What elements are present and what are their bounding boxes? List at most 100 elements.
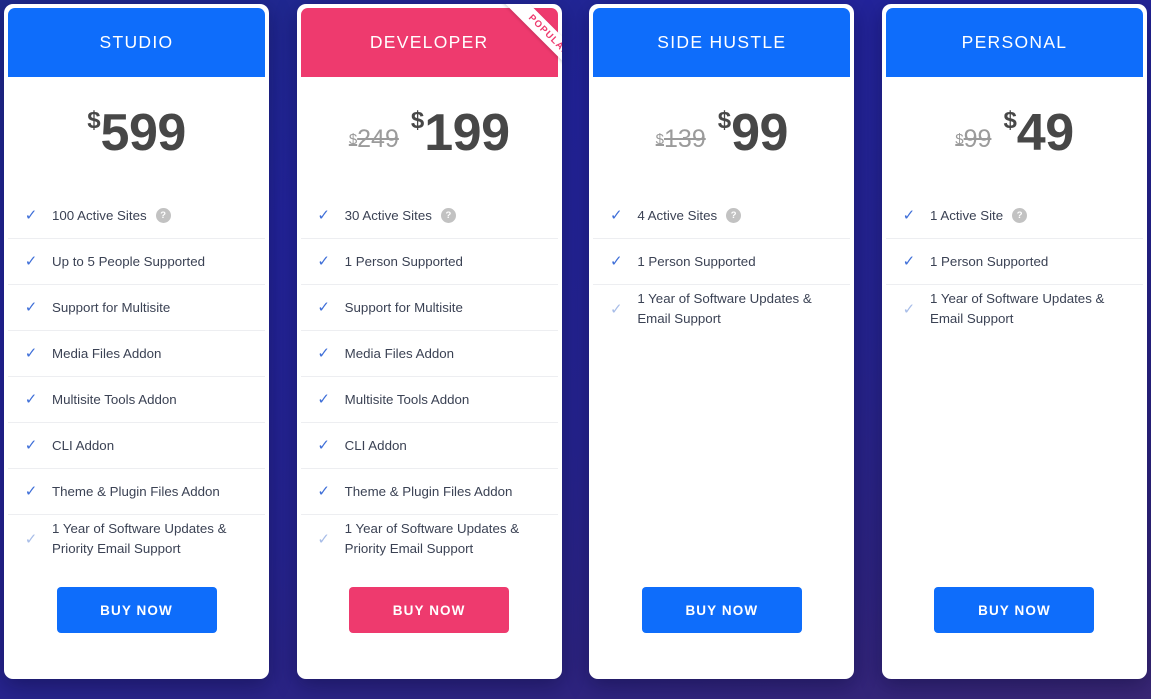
feature-item: ✓ Theme & Plugin Files Addon [300, 469, 558, 515]
feature-item: ✓ 1 Person Supported [885, 239, 1143, 285]
check-icon: ✓ [24, 299, 38, 316]
buy-now-button[interactable]: BUY NOW [56, 587, 217, 633]
price-currency: $ [717, 107, 732, 134]
help-icon[interactable]: ? [726, 208, 742, 223]
old-price-amount: 249 [357, 124, 399, 153]
feature-label: 1 Active Site [929, 207, 1004, 223]
buy-now-button[interactable]: BUY NOW [641, 587, 802, 633]
card-header: SIDE HUSTLE [593, 8, 851, 77]
price-currency: $ [410, 107, 425, 134]
old-price-amount: 139 [664, 124, 706, 153]
price-block: $99 $49 [886, 77, 1143, 193]
feature-list: ✓ 100 Active Sites? ✓ Up to 5 People Suppor… [8, 193, 265, 579]
feature-label: 1 Person Supported [929, 253, 1049, 269]
feature-item: ✓ 1 Year of Software Updates & Priority E… [8, 515, 265, 563]
feature-item: ✓ Up to 5 People Supported [8, 239, 265, 285]
feature-label: Theme & Plugin Files Addon [52, 483, 220, 499]
feature-item: ✓ 1 Active Site? [885, 193, 1143, 239]
feature-item: ✓ 1 Person Supported [593, 239, 851, 285]
check-icon: ✓ [317, 530, 330, 548]
card-header: PERSONAL [885, 8, 1143, 77]
feature-label: 100 Active Sites [52, 207, 147, 223]
check-icon: ✓ [24, 391, 38, 408]
pricing-card: SIDE HUSTLE $139 $99 ✓ 4 Active Sites? ✓ 1 Per… [589, 4, 855, 679]
feature-item: ✓ CLI Addon [8, 423, 265, 469]
price-amount: 49 [1016, 104, 1074, 162]
card-header: STUDIO [8, 8, 265, 77]
cta-container: BUY NOW [593, 579, 850, 679]
feature-label: Support for Multisite [52, 299, 171, 315]
feature-item: ✓ Multisite Tools Addon [8, 377, 265, 423]
current-price: $199 [411, 107, 510, 159]
feature-item: ✓ Media Files Addon [8, 331, 265, 377]
feature-item: ✓ CLI Addon [300, 423, 558, 469]
check-icon: ✓ [317, 299, 330, 316]
pricing-card: PERSONAL $99 $49 ✓ 1 Active Site? ✓ 1 Person S… [881, 4, 1147, 679]
check-icon: ✓ [610, 207, 623, 224]
old-price-amount: 99 [963, 124, 992, 153]
price-block: $139 $99 [593, 77, 850, 193]
feature-label: 1 Year of Software Updates & Priority Em… [52, 521, 227, 556]
check-icon: ✓ [317, 391, 330, 408]
current-price: $599 [87, 107, 186, 159]
feature-item: ✓ 1 Year of Software Updates & Email Supp… [886, 285, 1143, 333]
old-price-currency: $ [955, 130, 964, 148]
feature-item: ✓ 1 Person Supported [300, 239, 558, 285]
help-icon[interactable]: ? [440, 208, 456, 223]
feature-label: 1 Year of Software Updates & Email Suppo… [929, 291, 1105, 326]
pricing-table: STUDIO $599 ✓ 100 Active Sites? ✓ Up to 5 Peo… [0, 0, 1151, 699]
price-currency: $ [87, 107, 101, 134]
old-price: $249 [349, 125, 399, 154]
current-price: $99 [717, 104, 789, 162]
price-amount: 199 [424, 104, 510, 162]
feature-label: CLI Addon [344, 437, 407, 453]
buy-now-button[interactable]: BUY NOW [349, 587, 510, 633]
feature-label: Media Files Addon [344, 345, 455, 361]
card-header: DEVELOPER [300, 8, 558, 77]
feature-label: Theme & Plugin Files Addon [344, 483, 513, 499]
feature-label: 4 Active Sites [637, 207, 718, 223]
check-icon: ✓ [317, 483, 330, 500]
feature-label: 1 Person Supported [637, 253, 756, 269]
plan-name: PERSONAL [961, 32, 1068, 52]
feature-list: ✓ 1 Active Site? ✓ 1 Person Supported ✓ 1 Yea… [885, 193, 1143, 579]
feature-label: Media Files Addon [52, 345, 162, 361]
feature-item: ✓ Multisite Tools Addon [300, 377, 558, 423]
feature-label: CLI Addon [52, 437, 115, 453]
help-icon[interactable]: ? [155, 208, 171, 223]
plan-name: DEVELOPER [369, 32, 489, 52]
price-block: $599 [8, 77, 265, 193]
feature-item: ✓ Support for Multisite [300, 285, 558, 331]
check-icon: ✓ [902, 300, 916, 318]
feature-label: Up to 5 People Supported [52, 253, 206, 269]
buy-now-button[interactable]: BUY NOW [934, 587, 1095, 633]
check-icon: ✓ [24, 530, 38, 548]
pricing-card: DEVELOPER POPULAR $249 $199 ✓ 30 Active Sites… [296, 4, 562, 679]
feature-item: ✓ Media Files Addon [300, 331, 558, 377]
check-icon: ✓ [902, 253, 916, 270]
feature-label: 30 Active Sites [344, 207, 432, 223]
check-icon: ✓ [317, 437, 330, 454]
feature-label: 1 Year of Software Updates & Email Suppo… [637, 291, 812, 326]
price-block: $249 $199 [301, 77, 558, 193]
cta-container: BUY NOW [8, 579, 265, 679]
feature-item: ✓ 30 Active Sites? [300, 193, 558, 239]
plan-name: STUDIO [99, 32, 174, 52]
old-price-currency: $ [655, 130, 665, 148]
feature-label: Multisite Tools Addon [52, 391, 177, 407]
check-icon: ✓ [24, 207, 38, 224]
check-icon: ✓ [24, 483, 38, 500]
feature-list: ✓ 30 Active Sites? ✓ 1 Person Supported ✓ Sup… [300, 193, 558, 579]
check-icon: ✓ [317, 253, 330, 270]
feature-item: ✓ 1 Year of Software Updates & Email Supp… [593, 285, 850, 333]
feature-item: ✓ 100 Active Sites? [8, 193, 265, 239]
feature-label: Support for Multisite [344, 299, 463, 315]
price-amount: 599 [100, 104, 187, 162]
feature-label: Multisite Tools Addon [344, 391, 470, 407]
feature-item: ✓ 1 Year of Software Updates & Priority E… [301, 515, 558, 563]
help-icon[interactable]: ? [1012, 208, 1028, 223]
price-currency: $ [1003, 107, 1017, 134]
check-icon: ✓ [24, 437, 38, 454]
old-price-currency: $ [348, 130, 358, 148]
price-amount: 99 [731, 104, 788, 162]
